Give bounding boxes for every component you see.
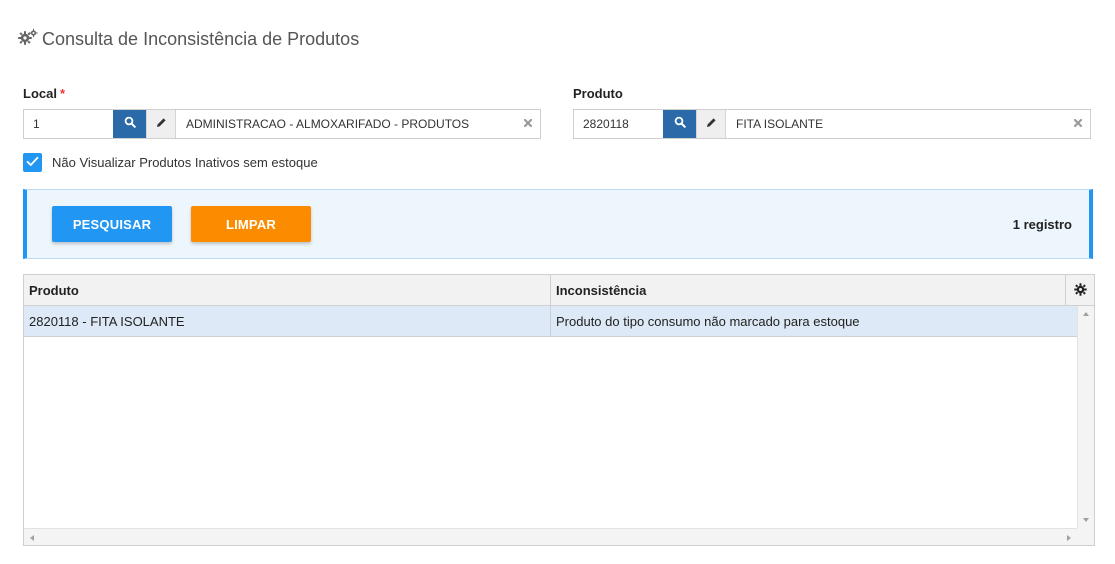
scroll-right-arrow-icon[interactable]	[1067, 535, 1071, 541]
scroll-down-arrow-icon[interactable]	[1083, 518, 1089, 522]
scroll-corner	[1077, 528, 1094, 545]
checkmark-icon	[26, 155, 39, 170]
inactive-filter-checkbox[interactable]	[23, 153, 42, 172]
horizontal-scrollbar[interactable]	[24, 528, 1077, 545]
search-button[interactable]: PESQUISAR	[52, 206, 172, 242]
local-lookup: ADMINISTRACAO - ALMOXARIFADO - PRODUTOS	[23, 109, 541, 139]
search-icon	[674, 115, 686, 133]
required-mark: *	[59, 86, 66, 101]
gears-icon	[18, 28, 42, 51]
inactive-filter-label[interactable]: Não Visualizar Produtos Inativos sem est…	[52, 155, 318, 170]
grid-settings-button[interactable]	[1066, 275, 1094, 306]
produto-code-input[interactable]	[574, 110, 663, 138]
inactive-filter: Não Visualizar Produtos Inativos sem est…	[23, 153, 318, 172]
pencil-icon	[706, 115, 717, 133]
close-icon	[523, 115, 533, 133]
produto-lookup: FITA ISOLANTE	[573, 109, 1091, 139]
column-header-produto[interactable]: Produto	[24, 275, 551, 306]
local-description: ADMINISTRACAO - ALMOXARIFADO - PRODUTOS	[186, 117, 470, 131]
column-header-inconsistencia[interactable]: Inconsistência	[551, 275, 1066, 306]
local-clear-button[interactable]	[516, 110, 540, 138]
page-title: Consulta de Inconsistência de Produtos	[18, 28, 359, 51]
table-row[interactable]: 2820118 - FITA ISOLANTE Produto do tipo …	[24, 306, 1078, 337]
produto-label: Produto	[573, 86, 623, 101]
local-code-input[interactable]	[24, 110, 113, 138]
vertical-scrollbar[interactable]	[1077, 306, 1094, 528]
close-icon	[1073, 115, 1083, 133]
record-count: 1 registro	[1012, 217, 1072, 232]
local-label-text: Local	[23, 86, 57, 101]
results-grid: Produto Inconsistência 2820118 - FITA IS…	[23, 274, 1095, 546]
page-title-text: Consulta de Inconsistência de Produtos	[42, 29, 360, 49]
produto-search-button[interactable]	[663, 110, 696, 138]
produto-clear-button[interactable]	[1066, 110, 1090, 138]
action-bar: PESQUISAR LIMPAR 1 registro	[23, 189, 1093, 259]
search-icon	[124, 115, 136, 133]
local-label: Local *	[23, 86, 65, 101]
local-search-button[interactable]	[113, 110, 146, 138]
produto-description: FITA ISOLANTE	[736, 117, 824, 131]
scroll-up-arrow-icon[interactable]	[1083, 312, 1089, 316]
produto-edit-button[interactable]	[696, 110, 726, 138]
clear-button[interactable]: LIMPAR	[191, 206, 311, 242]
scroll-left-arrow-icon[interactable]	[30, 535, 34, 541]
cell-produto: 2820118 - FITA ISOLANTE	[24, 306, 551, 336]
local-edit-button[interactable]	[146, 110, 176, 138]
cell-inconsistencia: Produto do tipo consumo não marcado para…	[556, 313, 860, 329]
gear-icon	[1073, 282, 1087, 299]
grid-header: Produto Inconsistência	[24, 275, 1094, 306]
pencil-icon	[156, 115, 167, 133]
